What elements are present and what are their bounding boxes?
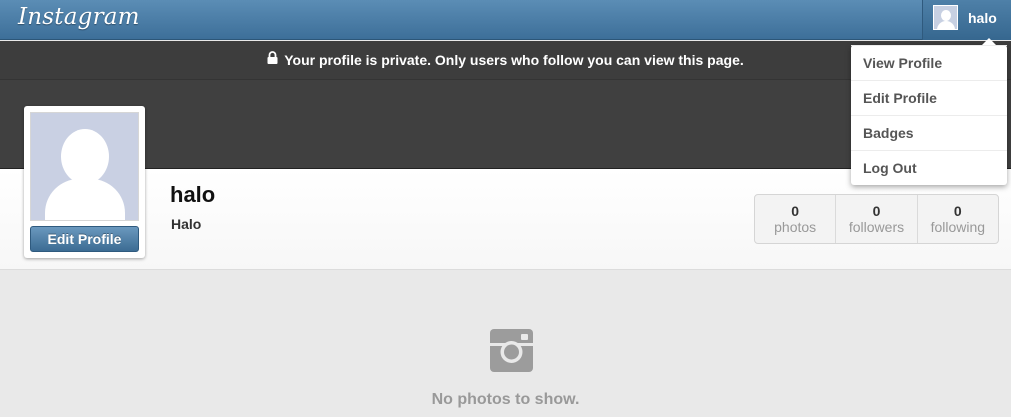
edit-profile-button[interactable]: Edit Profile xyxy=(30,226,139,252)
menu-item-log-out[interactable]: Log Out xyxy=(851,150,1007,185)
lock-icon xyxy=(267,40,278,78)
camera-icon xyxy=(490,329,533,372)
menu-item-edit-profile[interactable]: Edit Profile xyxy=(851,80,1007,115)
stat-photos-count: 0 xyxy=(791,203,800,219)
stat-followers-label: followers xyxy=(848,219,905,235)
stat-following-count: 0 xyxy=(953,203,962,219)
privacy-notice-text: Your profile is private. Only users who … xyxy=(284,52,744,68)
stat-photos[interactable]: 0 photos xyxy=(755,195,835,243)
profile-avatar xyxy=(30,112,139,221)
menu-item-view-profile[interactable]: View Profile xyxy=(851,45,1007,80)
menu-item-badges[interactable]: Badges xyxy=(851,115,1007,150)
avatar xyxy=(933,5,958,30)
profile-full-name: Halo xyxy=(171,216,202,232)
top-nav-bar: Instagram halo xyxy=(0,0,1011,40)
dropdown-caret xyxy=(982,38,996,45)
no-photos-message: No photos to show. xyxy=(431,391,580,408)
profile-avatar-card: Edit Profile xyxy=(24,106,145,258)
profile-username: halo xyxy=(170,182,216,207)
stat-following[interactable]: 0 following xyxy=(916,195,998,243)
stat-followers-count: 0 xyxy=(872,203,881,219)
user-menu-name: halo xyxy=(968,10,997,26)
user-menu-button[interactable]: halo xyxy=(922,0,1011,40)
stat-followers[interactable]: 0 followers xyxy=(835,195,916,243)
profile-stats: 0 photos 0 followers 0 following xyxy=(754,194,999,244)
instagram-logo[interactable]: Instagram xyxy=(18,4,140,30)
stat-photos-label: photos xyxy=(774,219,817,235)
user-dropdown-menu: View Profile Edit Profile Badges Log Out xyxy=(851,38,1007,185)
stat-following-label: following xyxy=(930,219,986,235)
